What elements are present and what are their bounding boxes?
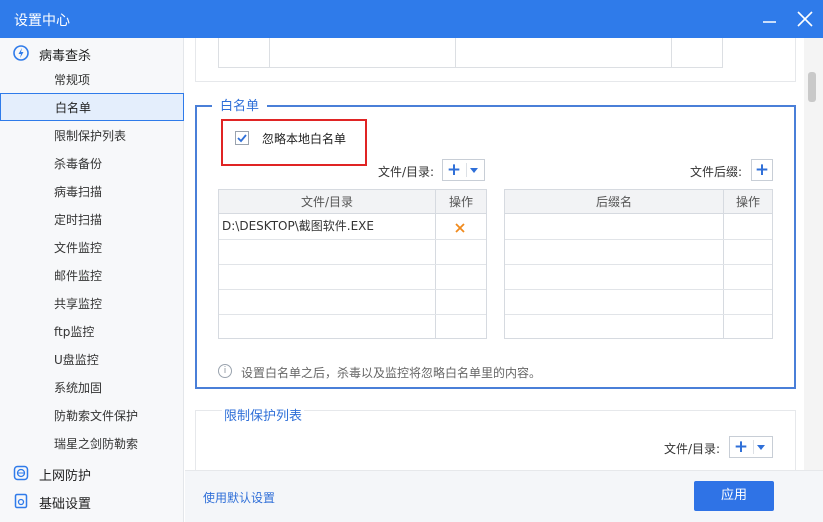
plus-icon: + bbox=[754, 160, 770, 180]
apply-button[interactable]: 应用 bbox=[694, 481, 774, 511]
sidebar-item-virus-scan[interactable]: 病毒扫描 bbox=[0, 177, 184, 205]
virus-scan-icon bbox=[13, 45, 29, 61]
sidebar-group-virus-scan[interactable]: 病毒查杀 bbox=[0, 39, 184, 67]
ignore-local-whitelist-checkbox[interactable] bbox=[235, 131, 249, 145]
scrollbar[interactable] bbox=[804, 38, 823, 470]
sidebar-item-label: 杀毒备份 bbox=[54, 157, 103, 171]
column-header-action: 操作 bbox=[448, 195, 473, 209]
chevron-down-icon[interactable] bbox=[757, 445, 765, 450]
add-file-dir-button[interactable]: + bbox=[442, 159, 485, 181]
sidebar-item-restrict-list[interactable]: 限制保护列表 bbox=[0, 121, 184, 149]
restrict-files-dirs-label: 文件/目录: bbox=[664, 442, 721, 456]
sidebar-item-label: 白名单 bbox=[55, 101, 92, 115]
sidebar-group-label: 基础设置 bbox=[39, 497, 92, 512]
window-title: 设置中心 bbox=[14, 13, 70, 29]
sidebar-item-ftp-monitor[interactable]: ftp监控 bbox=[0, 317, 184, 345]
file-suffix-label: 文件后缀: bbox=[690, 165, 743, 179]
sidebar-item-ransomware-sword[interactable]: 瑞星之剑防勒索 bbox=[0, 429, 184, 457]
sidebar-item-label: 定时扫描 bbox=[54, 213, 103, 227]
sidebar-item-mail-monitor[interactable]: 邮件监控 bbox=[0, 261, 184, 289]
sidebar-group-label: 上网防护 bbox=[39, 469, 92, 484]
whitelist-suffix-table: 后缀名 操作 bbox=[504, 189, 773, 339]
sidebar-item-ransomware-file-protect[interactable]: 防勒索文件保护 bbox=[0, 401, 184, 429]
sidebar-group-web-protect[interactable]: 上网防护 bbox=[0, 459, 184, 487]
delete-icon[interactable] bbox=[454, 222, 466, 234]
scrollbar-thumb[interactable] bbox=[808, 72, 816, 102]
sidebar-item-general[interactable]: 常规项 bbox=[0, 65, 184, 93]
sidebar-item-label: 病毒扫描 bbox=[54, 185, 103, 199]
sidebar-item-label: 限制保护列表 bbox=[54, 129, 127, 143]
plus-icon: + bbox=[446, 160, 462, 180]
table-row[interactable]: D:\DESKTOP\截图软件.EXE bbox=[222, 214, 432, 239]
use-default-settings-link[interactable]: 使用默认设置 bbox=[203, 489, 275, 506]
sidebar-item-label: 系统加固 bbox=[54, 381, 103, 395]
whitelist-info-text: 设置白名单之后，杀毒以及监控将忽略白名单里的内容。 bbox=[241, 366, 542, 380]
restrict-add-file-dir-button[interactable]: + bbox=[729, 436, 773, 458]
sidebar-item-label: 防勒索文件保护 bbox=[54, 409, 139, 423]
sidebar-item-label: 文件监控 bbox=[54, 241, 103, 255]
sidebar-item-label: 邮件监控 bbox=[54, 269, 103, 283]
sidebar-item-whitelist[interactable]: 白名单 bbox=[0, 93, 184, 121]
previous-section-table bbox=[218, 38, 723, 68]
sidebar-item-system-hardening[interactable]: 系统加固 bbox=[0, 373, 184, 401]
column-header-path: 文件/目录 bbox=[300, 195, 354, 209]
sidebar-item-label: ftp监控 bbox=[54, 325, 95, 339]
files-dirs-label: 文件/目录: bbox=[378, 165, 435, 179]
whitelist-files-table: 文件/目录 操作 D:\DESKTOP\截图软件.EXE bbox=[218, 189, 487, 339]
ignore-local-whitelist-label[interactable]: 忽略本地白名单 bbox=[262, 130, 346, 147]
chevron-down-icon[interactable] bbox=[470, 168, 478, 173]
whitelist-title: 白名单 bbox=[212, 95, 268, 114]
minimize-button[interactable] bbox=[757, 7, 781, 31]
sidebar-item-usb-monitor[interactable]: U盘监控 bbox=[0, 345, 184, 373]
column-header-action: 操作 bbox=[735, 195, 760, 209]
sidebar-item-virus-backup[interactable]: 杀毒备份 bbox=[0, 149, 184, 177]
web-protect-icon bbox=[13, 465, 29, 481]
sidebar-item-share-monitor[interactable]: 共享监控 bbox=[0, 289, 184, 317]
sidebar-item-label: 瑞星之剑防勒索 bbox=[54, 437, 139, 451]
title-bar: 设置中心 bbox=[0, 0, 823, 38]
minimize-icon bbox=[763, 21, 776, 23]
sidebar-item-label: 共享监控 bbox=[54, 297, 103, 311]
plus-icon: + bbox=[733, 437, 749, 457]
sidebar-item-scheduled-scan[interactable]: 定时扫描 bbox=[0, 205, 184, 233]
close-icon bbox=[797, 11, 813, 27]
info-icon: i bbox=[218, 364, 232, 378]
add-suffix-button[interactable]: + bbox=[751, 159, 773, 181]
sidebar-item-file-monitor[interactable]: 文件监控 bbox=[0, 233, 184, 261]
sidebar-group-label: 病毒查杀 bbox=[39, 49, 92, 64]
check-icon bbox=[237, 134, 247, 143]
sidebar-item-label: U盘监控 bbox=[54, 353, 99, 367]
sidebar-item-label: 常规项 bbox=[54, 73, 91, 87]
close-button[interactable] bbox=[793, 7, 817, 31]
sidebar: 病毒查杀 常规项 白名单 限制保护列表 杀毒备份 病毒扫描 定时扫描 文件监控 … bbox=[0, 38, 184, 522]
basic-settings-icon bbox=[14, 493, 28, 509]
column-header-suffix: 后缀名 bbox=[595, 195, 632, 209]
restrict-section-title: 限制保护列表 bbox=[222, 405, 305, 424]
sidebar-group-basic-settings[interactable]: 基础设置 bbox=[0, 487, 184, 515]
